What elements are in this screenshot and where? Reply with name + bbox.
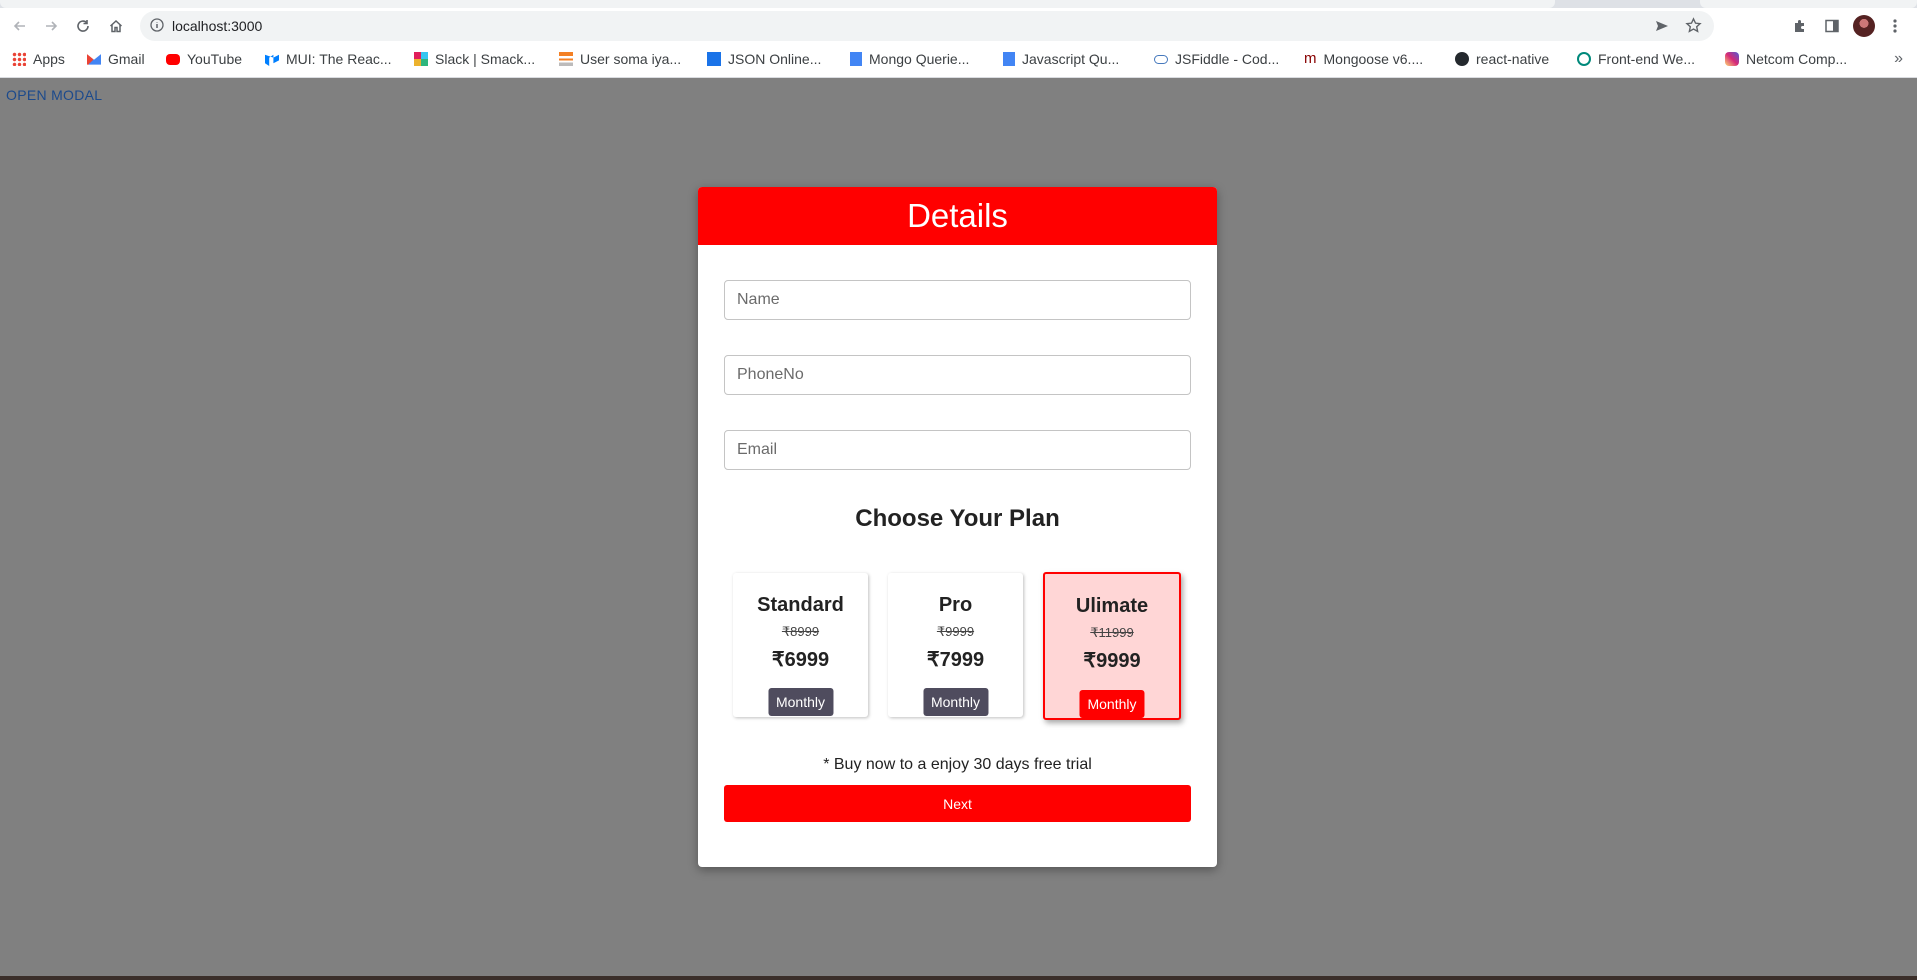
send-tab-icon[interactable] xyxy=(1654,18,1670,39)
gmail-icon xyxy=(87,54,101,65)
profile-button[interactable] xyxy=(1851,13,1877,39)
kebab-menu-icon xyxy=(1893,19,1897,33)
home-button[interactable] xyxy=(103,13,129,39)
bookmark-frontend[interactable]: Front-end We... xyxy=(1577,44,1695,74)
bookmark-apps[interactable]: Apps xyxy=(12,44,65,74)
frontend-icon xyxy=(1577,52,1591,66)
reload-button[interactable] xyxy=(70,13,96,39)
bookmark-label: Gmail xyxy=(108,51,145,67)
bookmark-youtube[interactable]: YouTube xyxy=(166,44,242,74)
address-bar[interactable]: localhost:3000 xyxy=(140,11,1714,41)
bookmark-star-icon[interactable] xyxy=(1685,17,1702,39)
plan-cycle-badge[interactable]: Monthly xyxy=(767,688,834,716)
plan-cycle-badge[interactable]: Monthly xyxy=(1079,690,1145,718)
bookmark-mui[interactable]: MUI: The Reac... xyxy=(265,44,392,74)
mongoose-icon: m xyxy=(1304,50,1317,67)
email-input[interactable] xyxy=(724,430,1191,470)
bookmark-label: Apps xyxy=(33,51,65,67)
slack-icon xyxy=(414,52,428,66)
bookmark-label: Mongo Querie... xyxy=(869,51,970,67)
bookmark-label: MUI: The Reac... xyxy=(286,51,392,67)
bookmark-label: JSON Online... xyxy=(728,51,822,67)
plan-price: ₹7999 xyxy=(926,649,985,671)
bookmark-label: Netcom Comp... xyxy=(1746,51,1848,67)
os-taskbar-edge xyxy=(0,976,1917,980)
bookmark-jsfiddle[interactable]: JSFiddle - Cod... xyxy=(1154,44,1279,74)
bookmark-label: react-native xyxy=(1476,51,1550,67)
youtube-icon xyxy=(166,53,180,65)
plan-card-ultimate[interactable]: Ulimate ₹11999 ₹9999 Monthly xyxy=(1043,572,1181,720)
forward-arrow-icon xyxy=(46,21,58,31)
bookmark-javascript[interactable]: Javascript Qu... xyxy=(1003,44,1119,74)
bookmark-mongo-queries[interactable]: Mongo Querie... xyxy=(850,44,969,74)
bookmarks-bar: Apps Gmail YouTube MUI: The Reac... Slac… xyxy=(0,44,1917,78)
name-input[interactable] xyxy=(724,280,1191,320)
bookmark-label: User soma iya... xyxy=(580,51,682,67)
bookmark-label: Javascript Qu... xyxy=(1022,51,1120,67)
plan-name: Pro xyxy=(938,594,973,616)
back-arrow-icon xyxy=(13,21,25,31)
stackoverflow-icon xyxy=(559,52,573,66)
site-info-icon[interactable] xyxy=(150,18,164,37)
extensions-button[interactable] xyxy=(1787,13,1813,39)
avatar xyxy=(1853,15,1875,37)
forward-button[interactable] xyxy=(38,13,64,39)
phone-input[interactable] xyxy=(724,355,1191,395)
plans-heading: Choose Your Plan xyxy=(855,505,1060,532)
open-modal-button[interactable]: OPEN MODAL xyxy=(6,87,102,103)
docs-icon xyxy=(850,52,862,66)
plan-price: ₹9999 xyxy=(1083,650,1141,672)
apps-grid-icon xyxy=(12,52,26,66)
browser-tab[interactable] xyxy=(0,0,1555,8)
plan-name: Ulimate xyxy=(1075,595,1149,617)
bookmark-label: JSFiddle - Cod... xyxy=(1175,51,1280,67)
back-button[interactable] xyxy=(7,13,33,39)
bookmark-mongoose[interactable]: m Mongoose v6.... xyxy=(1304,44,1423,74)
plan-card-standard[interactable]: Standard ₹8999 ₹6999 Monthly xyxy=(733,573,868,717)
jsfiddle-icon xyxy=(1154,54,1168,64)
bookmark-slack[interactable]: Slack | Smack... xyxy=(414,44,535,74)
browser-toolbar: localhost:3000 xyxy=(0,8,1917,44)
plan-card-pro[interactable]: Pro ₹9999 ₹7999 Monthly xyxy=(888,573,1023,717)
mui-icon xyxy=(265,54,279,66)
trial-note: * Buy now to a enjoy 30 days free trial xyxy=(823,756,1092,773)
bookmark-label: Mongoose v6.... xyxy=(1323,51,1424,67)
plan-cycle-badge[interactable]: Monthly xyxy=(922,688,989,716)
plan-old-price: ₹8999 xyxy=(781,624,820,639)
more-bookmarks-button[interactable]: » xyxy=(1894,50,1903,68)
bookmark-label: Slack | Smack... xyxy=(435,51,536,67)
bookmark-react-native[interactable]: react-native xyxy=(1455,44,1549,74)
github-icon xyxy=(1455,52,1469,66)
bookmark-label: YouTube xyxy=(187,51,243,67)
plan-price: ₹6999 xyxy=(771,649,830,671)
plan-old-price: ₹11999 xyxy=(1090,625,1134,640)
bookmark-stackoverflow[interactable]: User soma iya... xyxy=(559,44,681,74)
url-text: localhost:3000 xyxy=(172,18,263,34)
tab-strip xyxy=(0,0,1917,8)
docs-icon xyxy=(1003,52,1015,66)
browser-menu-button[interactable] xyxy=(1882,13,1908,39)
instagram-icon xyxy=(1725,52,1739,66)
next-button[interactable]: Next xyxy=(724,785,1191,822)
details-modal: Details Choose Your Plan Standard ₹8999 … xyxy=(698,187,1217,867)
modal-title: Details xyxy=(698,187,1217,245)
plan-name: Standard xyxy=(757,594,844,616)
side-panel-icon xyxy=(1825,19,1839,33)
side-panel-button[interactable] xyxy=(1819,13,1845,39)
browser-tab[interactable] xyxy=(1700,0,1917,8)
bookmark-netcom[interactable]: Netcom Comp... xyxy=(1725,44,1847,74)
home-icon xyxy=(109,19,123,33)
puzzle-icon xyxy=(1795,20,1804,32)
plan-old-price: ₹9999 xyxy=(936,624,975,639)
bookmark-gmail[interactable]: Gmail xyxy=(87,44,145,74)
json-icon xyxy=(707,52,721,66)
reload-icon xyxy=(77,20,89,32)
bookmark-label: Front-end We... xyxy=(1598,51,1696,67)
bookmark-json[interactable]: JSON Online... xyxy=(707,44,821,74)
